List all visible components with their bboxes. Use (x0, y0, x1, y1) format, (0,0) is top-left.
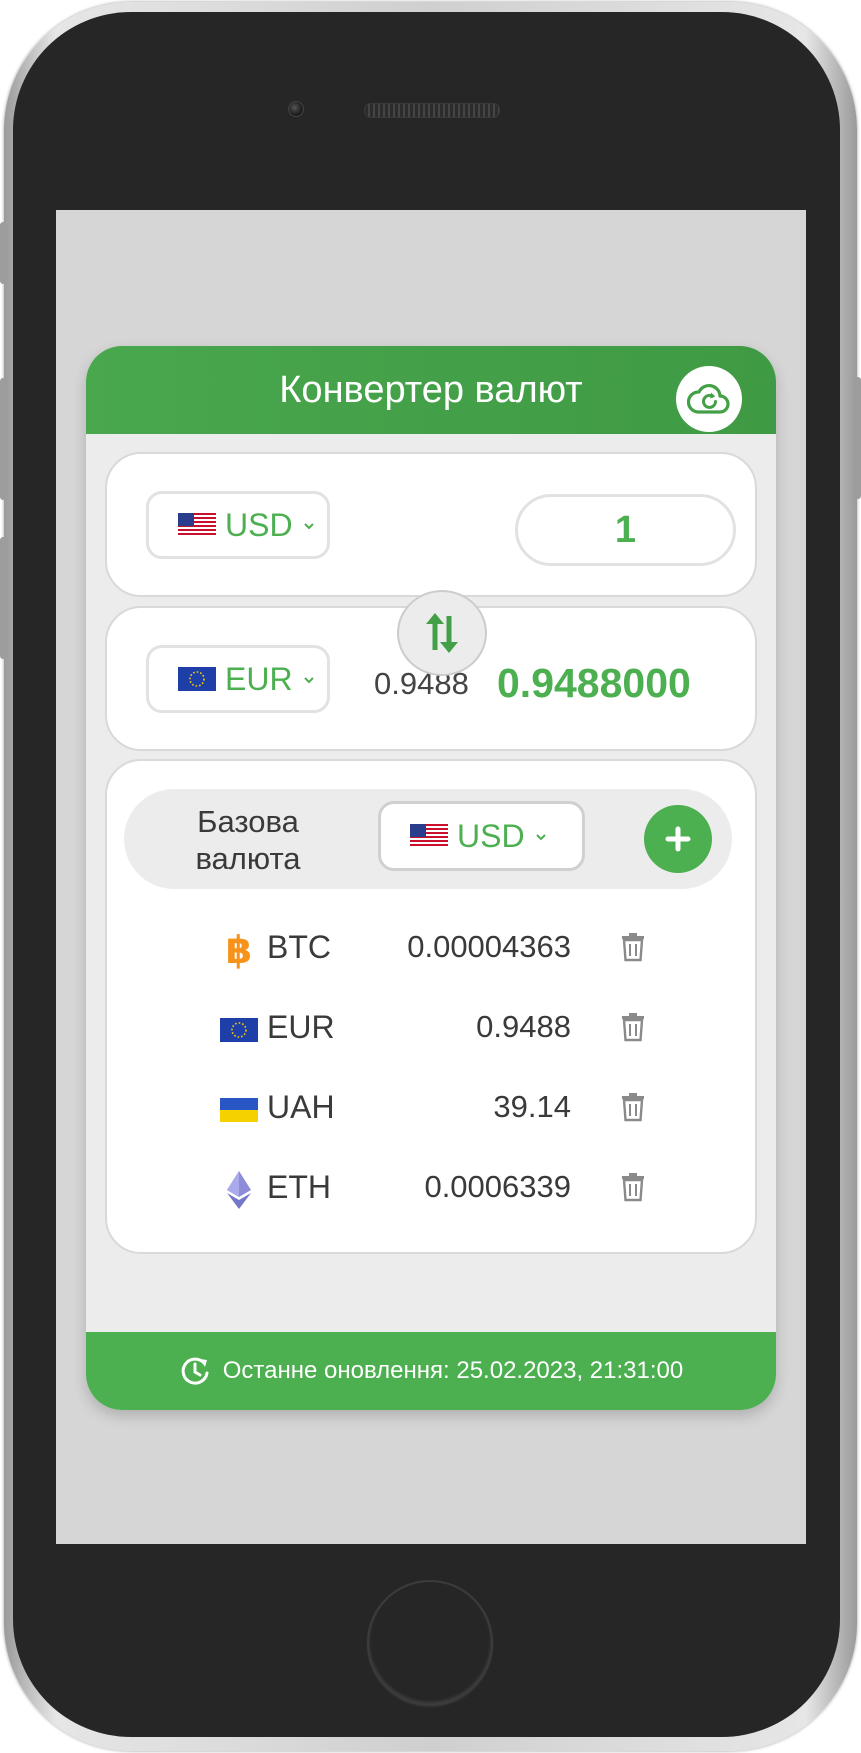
rate-value: 39.14 (493, 1089, 571, 1124)
front-camera (288, 101, 304, 117)
ethereum-icon (220, 1171, 258, 1209)
cloud-refresh-icon (687, 383, 730, 414)
refresh-rates-button[interactable] (676, 366, 742, 432)
volume-down-button (0, 537, 8, 659)
history-clock-icon (181, 1357, 209, 1385)
card-header: Конвертер валют (86, 346, 776, 434)
earpiece-speaker (364, 103, 500, 118)
base-currency-code: USD (457, 817, 525, 854)
to-currency-select[interactable]: EUR (146, 645, 330, 713)
us-flag-icon (178, 513, 216, 537)
last-update-text: Останне оновлення: 25.02.2023, 21:31:00 (222, 1357, 684, 1384)
home-button[interactable] (367, 1580, 493, 1706)
rate-code: BTC (267, 929, 331, 965)
chevron-down-icon (535, 834, 546, 841)
us-flag-icon (410, 824, 448, 848)
rate-value: 0.9488 (476, 1009, 571, 1044)
base-currency-bar: Базова валюта USD (124, 789, 732, 889)
chevron-down-icon (303, 677, 314, 684)
converter-card: Конвертер валют USD 1 EUR 0.9488 0.94880… (86, 346, 776, 1410)
eu-flag-icon (220, 1011, 258, 1049)
rates-panel: Базова валюта USD ฿ BTC 0.00004363 EUR 0… (105, 759, 757, 1254)
trash-icon[interactable] (620, 1012, 646, 1042)
bitcoin-icon: ฿ (220, 930, 258, 970)
last-update-footer: Останне оновлення: 25.02.2023, 21:31:00 (86, 1332, 776, 1410)
amount-input[interactable] (515, 494, 736, 566)
rate-code: UAH (267, 1089, 335, 1125)
rate-row-eth: ETH 0.0006339 (107, 1157, 752, 1217)
rate-row-btc: ฿ BTC 0.00004363 (107, 917, 752, 977)
from-currency-select[interactable]: USD (146, 491, 330, 559)
rate-code: EUR (267, 1009, 335, 1045)
from-panel: USD (105, 452, 757, 597)
chevron-down-icon (303, 523, 314, 530)
rate-row-uah: UAH 39.14 (107, 1077, 752, 1137)
from-currency-code: USD (225, 506, 293, 543)
rate-code: ETH (267, 1169, 331, 1205)
add-currency-button[interactable] (644, 805, 712, 873)
ukraine-flag-icon (220, 1091, 258, 1129)
base-currency-select[interactable]: USD (378, 801, 585, 871)
to-currency-code: EUR (225, 660, 293, 697)
base-currency-label: Базова валюта (195, 804, 301, 876)
volume-up-button (0, 378, 8, 500)
mute-switch (0, 222, 8, 284)
phone-screen: Конвертер валют USD 1 EUR 0.9488 0.94880… (56, 210, 806, 1544)
trash-icon[interactable] (620, 1172, 646, 1202)
trash-icon[interactable] (620, 1092, 646, 1122)
rate-value: 0.00004363 (407, 929, 571, 964)
app-title: Конвертер валют (279, 369, 583, 411)
eu-flag-icon (178, 667, 216, 691)
power-button (853, 377, 861, 499)
rate-row-eur: EUR 0.9488 (107, 997, 752, 1057)
swap-arrows-icon (426, 613, 458, 653)
svg-text:฿: ฿ (226, 930, 252, 970)
plus-icon (665, 826, 691, 852)
swap-currencies-button[interactable] (397, 590, 487, 676)
converted-result: 0.9488000 (497, 660, 691, 706)
trash-icon[interactable] (620, 932, 646, 962)
rate-value: 0.0006339 (424, 1169, 571, 1204)
